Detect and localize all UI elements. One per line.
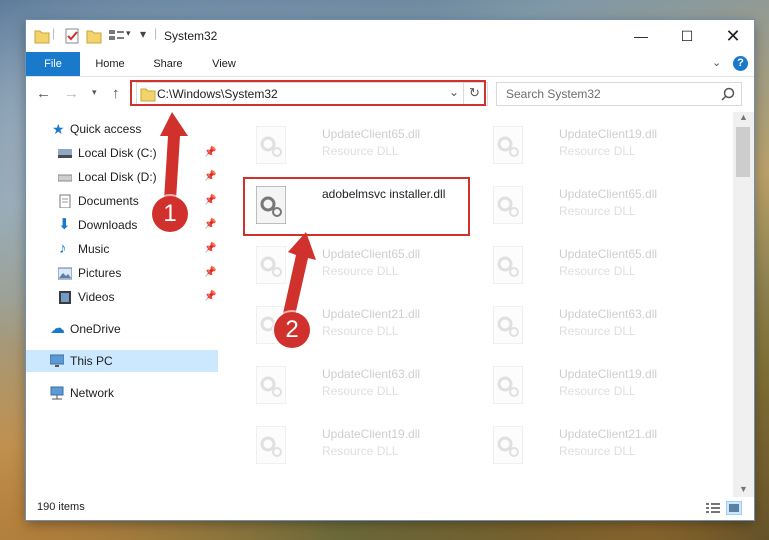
step-badge-2: 2	[274, 312, 310, 348]
arrow-1	[160, 112, 188, 200]
arrow-2	[282, 232, 316, 320]
annotation-arrows	[160, 112, 316, 320]
step-badge-1: 1	[152, 196, 188, 232]
